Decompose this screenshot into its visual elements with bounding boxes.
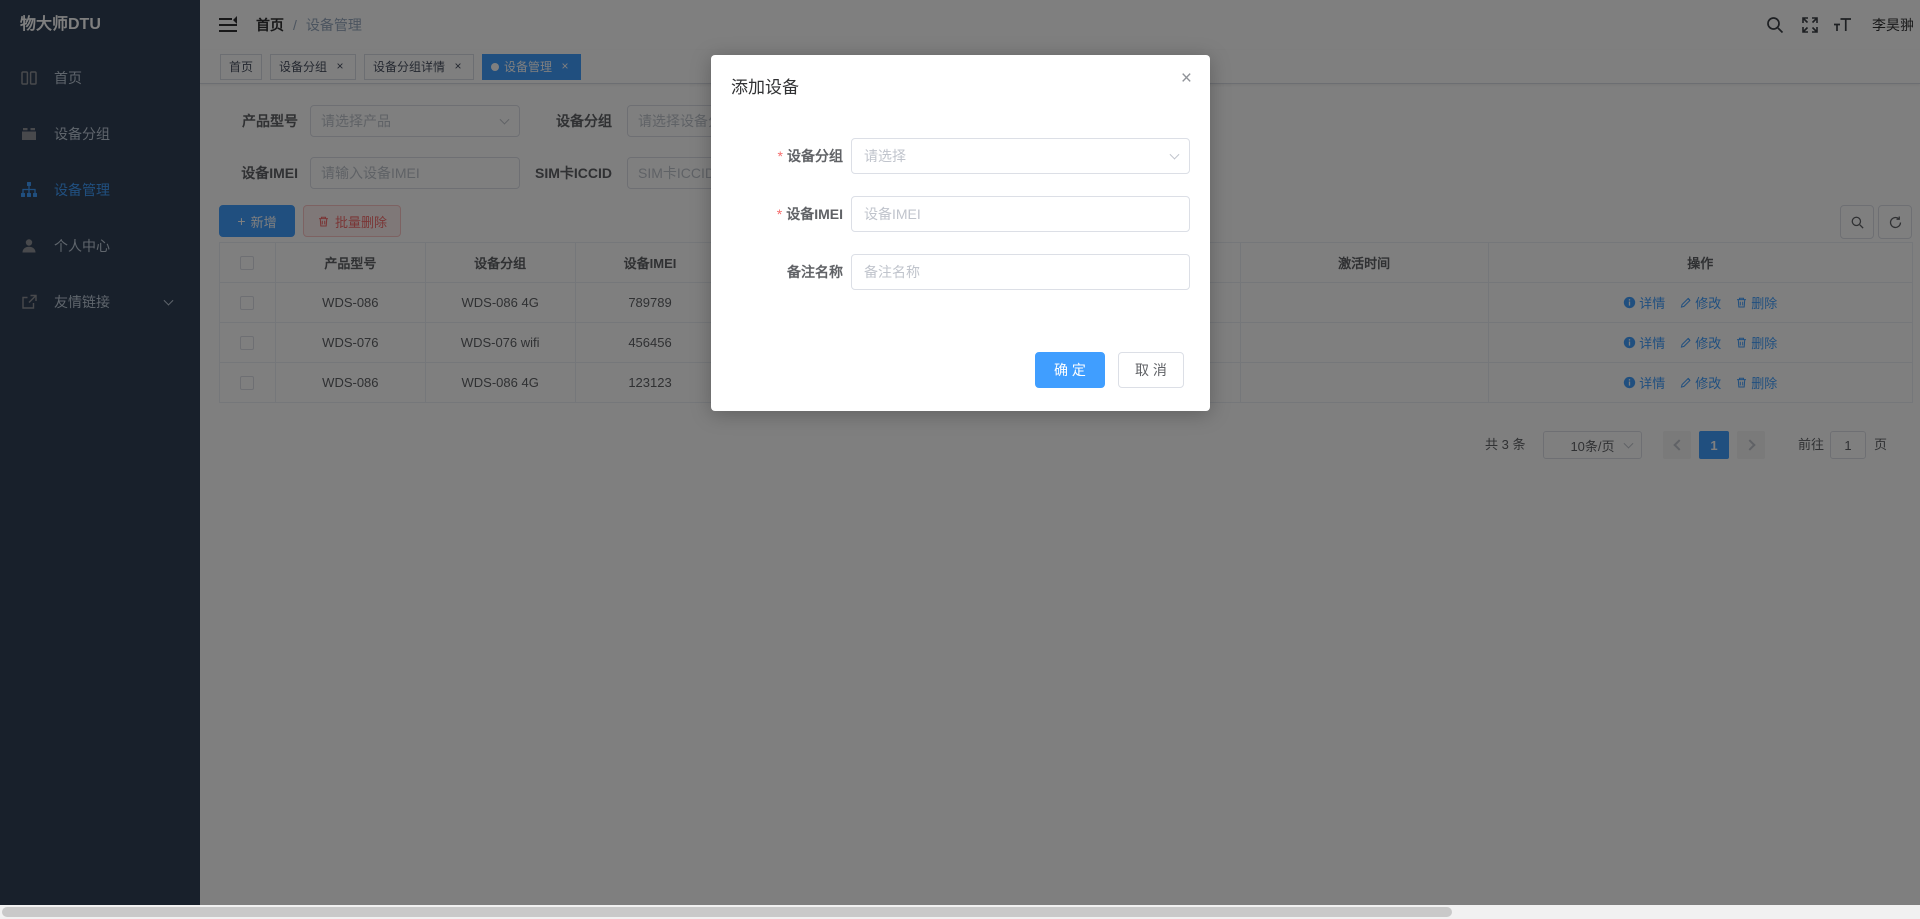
- cancel-button[interactable]: 取 消: [1118, 352, 1184, 388]
- dialog-imei-field[interactable]: [851, 196, 1190, 232]
- add-device-dialog: 添加设备 × *设备分组 *设备IMEI 备注名称 确 定 取 消: [711, 55, 1210, 411]
- app-root: 物大师DTU 首页 设备分组 设备管理 个人中心 友情链接: [0, 0, 1920, 919]
- scrollbar-thumb[interactable]: [2, 907, 1452, 917]
- confirm-button[interactable]: 确 定: [1035, 352, 1105, 388]
- close-icon[interactable]: ×: [1181, 69, 1192, 88]
- horizontal-scrollbar[interactable]: [0, 905, 1920, 919]
- dialog-imei-input[interactable]: [851, 196, 1190, 232]
- dialog-remark-input[interactable]: [851, 254, 1190, 290]
- required-mark: *: [777, 206, 782, 222]
- dialog-imei-label: *设备IMEI: [731, 196, 843, 232]
- dialog-title: 添加设备: [731, 73, 799, 98]
- dialog-group-label: *设备分组: [731, 138, 843, 174]
- required-mark: *: [778, 148, 783, 164]
- dialog-group-input[interactable]: [851, 138, 1190, 174]
- dialog-group-select[interactable]: [851, 138, 1190, 174]
- dialog-remark-field[interactable]: [851, 254, 1190, 290]
- dialog-remark-label: 备注名称: [731, 254, 843, 290]
